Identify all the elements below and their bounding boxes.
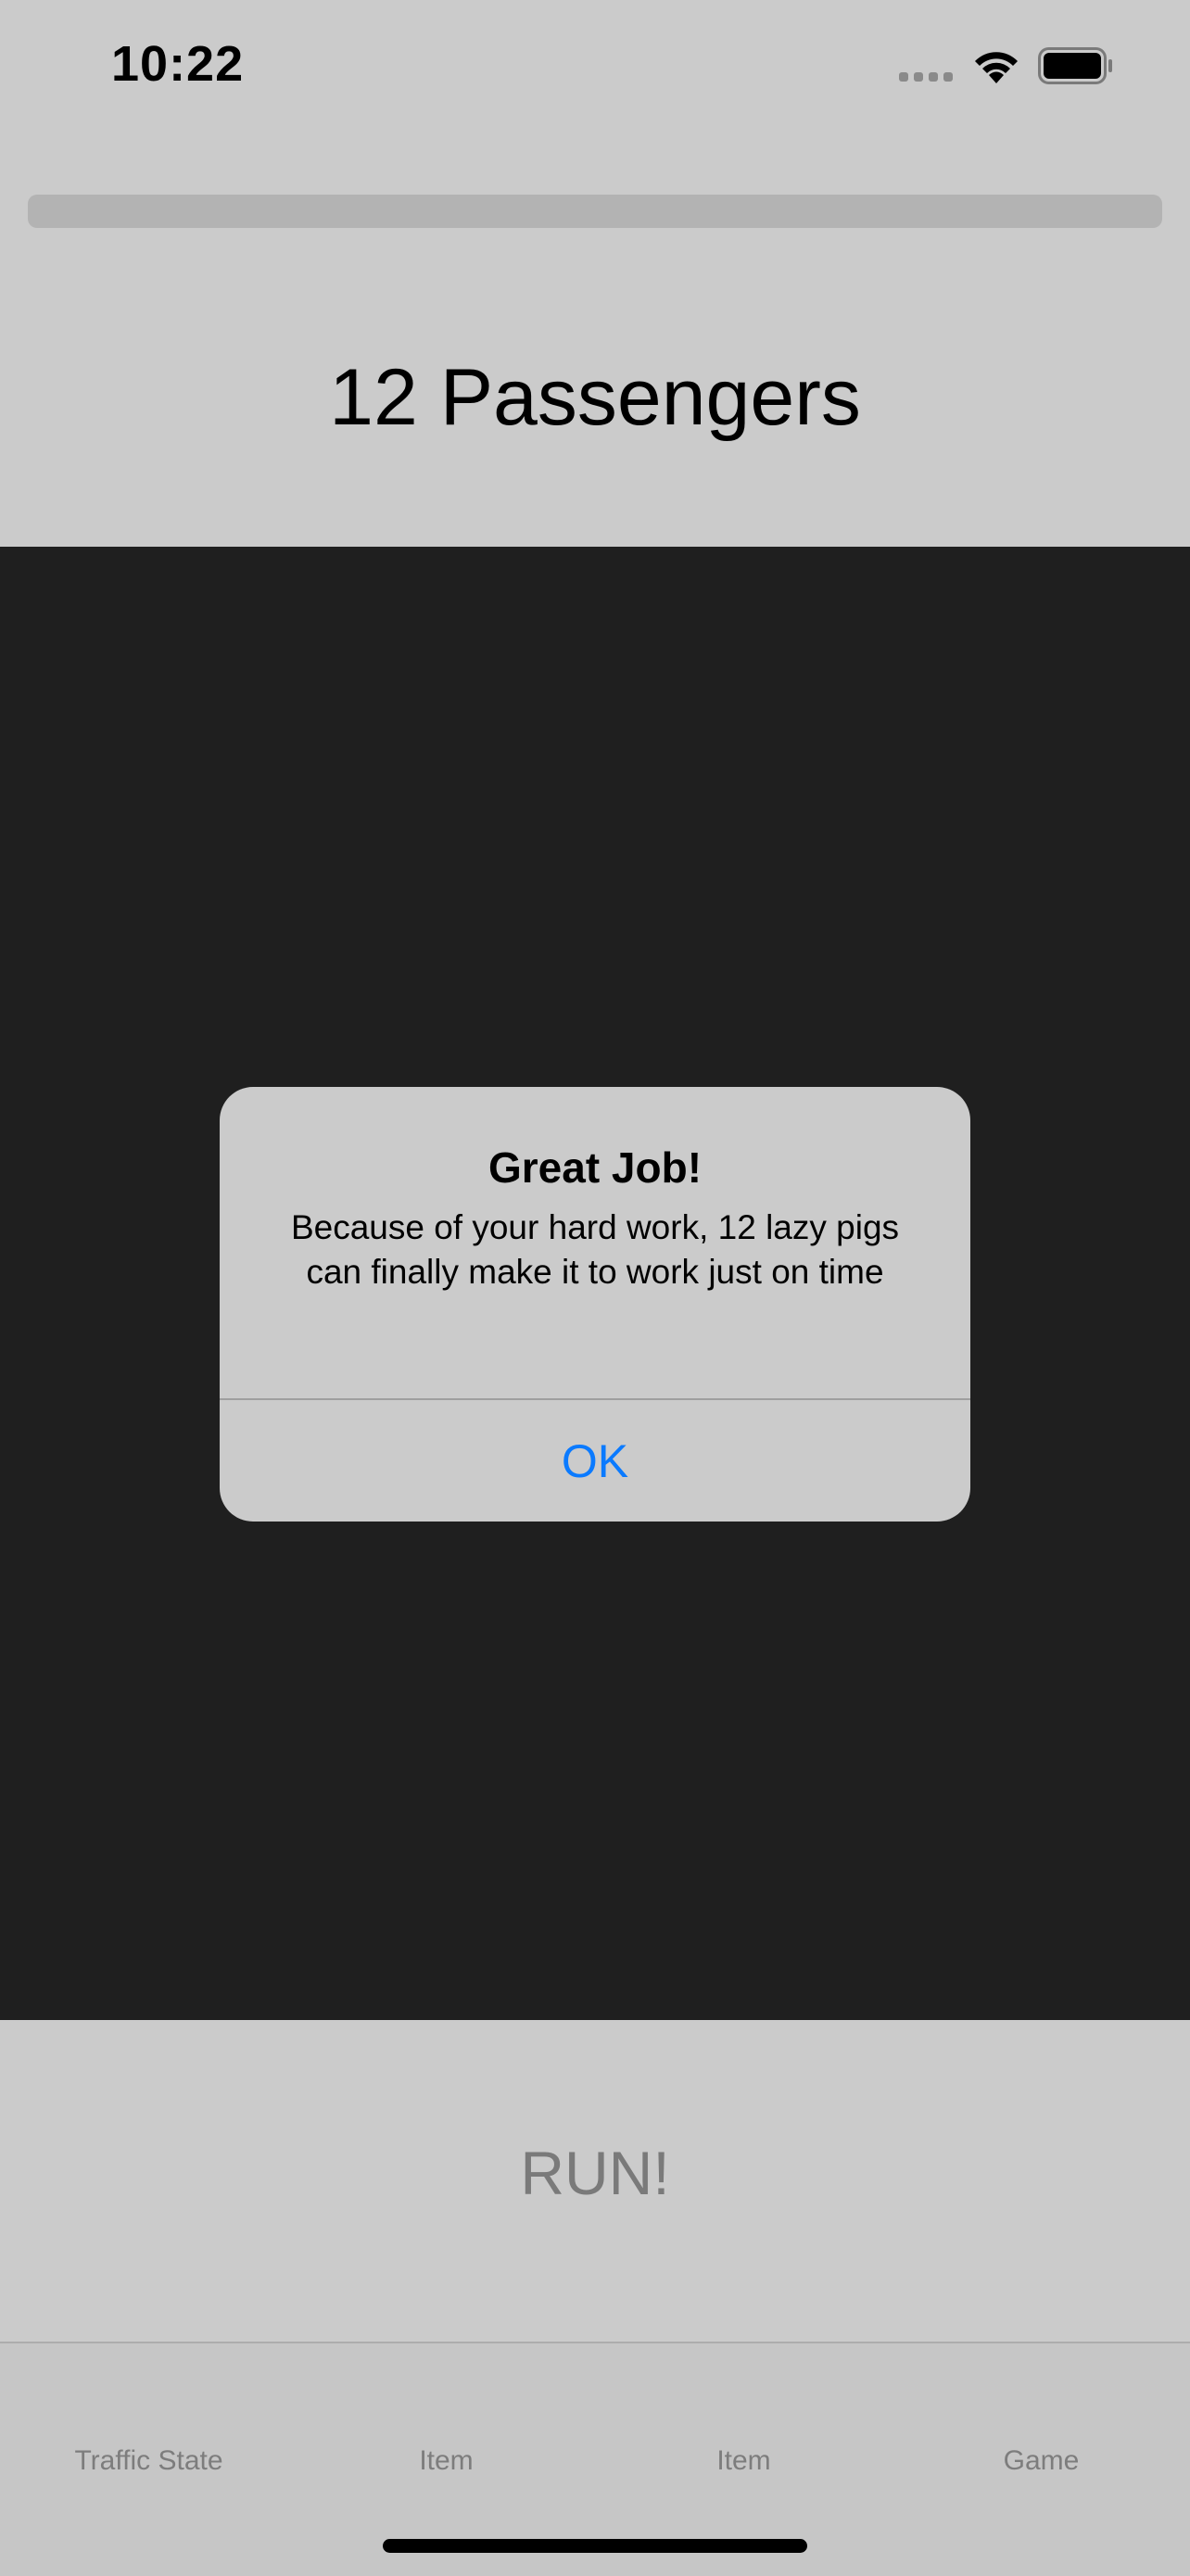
status-time: 10:22 — [111, 36, 245, 92]
run-button[interactable]: RUN! — [408, 2122, 782, 2224]
tab-traffic-state[interactable]: Traffic State — [0, 2445, 298, 2477]
status-bar: 10:22 — [0, 0, 1190, 139]
tab-item-1[interactable]: Item — [298, 2445, 595, 2477]
alert-title: Great Job! — [487, 1143, 703, 1192]
tab-item-2[interactable]: Item — [595, 2445, 892, 2477]
passenger-count-title: 12 Passengers — [329, 353, 861, 442]
battery-icon — [1038, 47, 1112, 84]
ok-button[interactable]: OK — [220, 1400, 970, 1522]
alert-message: Because of your hard work, 12 lazy pigs … — [290, 1208, 900, 1291]
wifi-icon — [975, 52, 1018, 83]
signal-dots-icon — [899, 72, 953, 82]
progress-bar — [28, 195, 1162, 228]
tab-game[interactable]: Game — [892, 2445, 1190, 2477]
home-indicator — [383, 2539, 807, 2553]
alert-dialog: Great Job! Because of your hard work, 12… — [220, 1087, 970, 1522]
